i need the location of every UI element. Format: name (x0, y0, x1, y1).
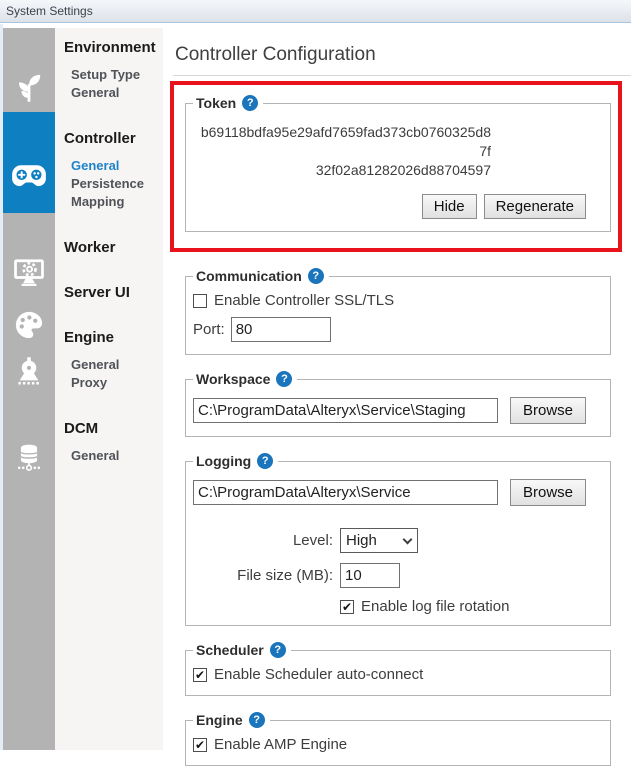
sidebar-item-controller-general[interactable]: General (55, 157, 163, 175)
engine-legend: Engine (196, 712, 243, 728)
token-help-icon[interactable]: ? (242, 95, 258, 111)
sidebar-item-persistence[interactable]: Persistence (55, 175, 163, 193)
settings-nav: Environment Setup Type General Controlle… (55, 28, 163, 750)
engine-section: Engine ? ✔ Enable AMP Engine (185, 712, 611, 766)
palette-icon (14, 310, 44, 340)
token-value-line: 32f02a81282026d88704597 (195, 161, 491, 180)
scheduler-legend: Scheduler (196, 642, 264, 658)
ssl-checkbox-label: Enable Controller SSL/TLS (214, 292, 394, 309)
engine-icon (14, 356, 44, 386)
log-rotation-checkbox[interactable]: ✔ (340, 600, 354, 614)
sidebar-section-dcm[interactable]: DCM (55, 421, 163, 437)
workspace-legend: Workspace (196, 371, 270, 387)
workspace-help-icon[interactable]: ? (276, 371, 292, 387)
port-label: Port: (193, 321, 225, 338)
workspace-path-input[interactable] (193, 398, 498, 423)
sidebar-item-environment-general[interactable]: General (55, 84, 163, 102)
token-legend: Token (196, 95, 236, 111)
sidebar-item-setup-type[interactable]: Setup Type (55, 66, 163, 84)
token-section: Token ? b69118bdfa95e29afd7659fad373cb07… (185, 95, 611, 232)
sidebar-icon-dcm[interactable] (3, 440, 55, 476)
file-size-input[interactable] (340, 563, 400, 588)
token-value-line: b69118bdfa95e29afd7659fad373cb0760325d87… (195, 123, 491, 161)
level-select[interactable]: High (340, 528, 418, 553)
log-rotation-checkbox-label: Enable log file rotation (361, 598, 509, 615)
sidebar-icon-controller[interactable] (3, 158, 55, 194)
sidebar-section-worker[interactable]: Worker (55, 240, 163, 256)
database-icon (15, 443, 43, 473)
workspace-browse-button[interactable]: Browse (510, 397, 586, 424)
scheduler-autoconnect-checkbox[interactable]: ✔ (193, 668, 207, 682)
level-label: Level: (191, 532, 333, 549)
main-content: Controller Configuration Token ? b69118b… (163, 24, 631, 750)
scheduler-section: Scheduler ? ✔ Enable Scheduler auto-conn… (185, 642, 611, 696)
window-title-bar: System Settings (0, 0, 631, 23)
chevron-down-icon (403, 534, 413, 544)
logging-legend: Logging (196, 453, 251, 469)
window-title: System Settings (6, 4, 93, 18)
amp-engine-checkbox[interactable]: ✔ (193, 738, 207, 752)
communication-section: Communication ? Enable Controller SSL/TL… (185, 268, 611, 355)
sidebar-icon-server-ui[interactable] (3, 307, 55, 343)
sidebar-section-environment[interactable]: Environment (55, 40, 163, 56)
highlight-box: Token ? b69118bdfa95e29afd7659fad373cb07… (170, 81, 622, 252)
regenerate-token-button[interactable]: Regenerate (484, 194, 586, 219)
engine-help-icon[interactable]: ? (249, 712, 265, 728)
sidebar-icon-engine[interactable] (3, 353, 55, 389)
gamepad-icon (11, 164, 47, 189)
logging-help-icon[interactable]: ? (257, 453, 273, 469)
token-value: b69118bdfa95e29afd7659fad373cb0760325d87… (195, 123, 491, 180)
workspace-section: Workspace ? Browse (185, 371, 611, 437)
sidebar-icon-worker[interactable] (3, 254, 55, 290)
sidebar-section-controller[interactable]: Controller (55, 131, 163, 147)
scheduler-autoconnect-label: Enable Scheduler auto-connect (214, 666, 423, 683)
sidebar-item-proxy[interactable]: Proxy (55, 374, 163, 392)
ssl-checkbox[interactable] (193, 294, 207, 308)
port-input[interactable] (231, 317, 331, 342)
sidebar-item-dcm-general[interactable]: General (55, 447, 163, 465)
logging-section: Logging ? Browse Level: High File size (… (185, 453, 611, 626)
sidebar-item-mapping[interactable]: Mapping (55, 193, 163, 211)
title-divider (173, 75, 631, 76)
monitor-gear-icon (13, 257, 45, 287)
level-select-value: High (346, 532, 404, 549)
sidebar-item-engine-general[interactable]: General (55, 356, 163, 374)
plant-icon (14, 73, 44, 103)
sidebar-section-server-ui[interactable]: Server UI (55, 285, 163, 301)
communication-help-icon[interactable]: ? (308, 268, 324, 284)
logging-browse-button[interactable]: Browse (510, 479, 586, 506)
scheduler-help-icon[interactable]: ? (270, 642, 286, 658)
logging-path-input[interactable] (193, 480, 498, 505)
icon-rail (3, 28, 55, 750)
sidebar-icon-environment[interactable] (3, 70, 55, 106)
file-size-label: File size (MB): (191, 567, 333, 584)
hide-token-button[interactable]: Hide (422, 194, 477, 219)
page-title: Controller Configuration (175, 44, 631, 66)
amp-engine-label: Enable AMP Engine (214, 736, 347, 753)
communication-legend: Communication (196, 268, 302, 284)
sidebar-section-engine[interactable]: Engine (55, 330, 163, 346)
